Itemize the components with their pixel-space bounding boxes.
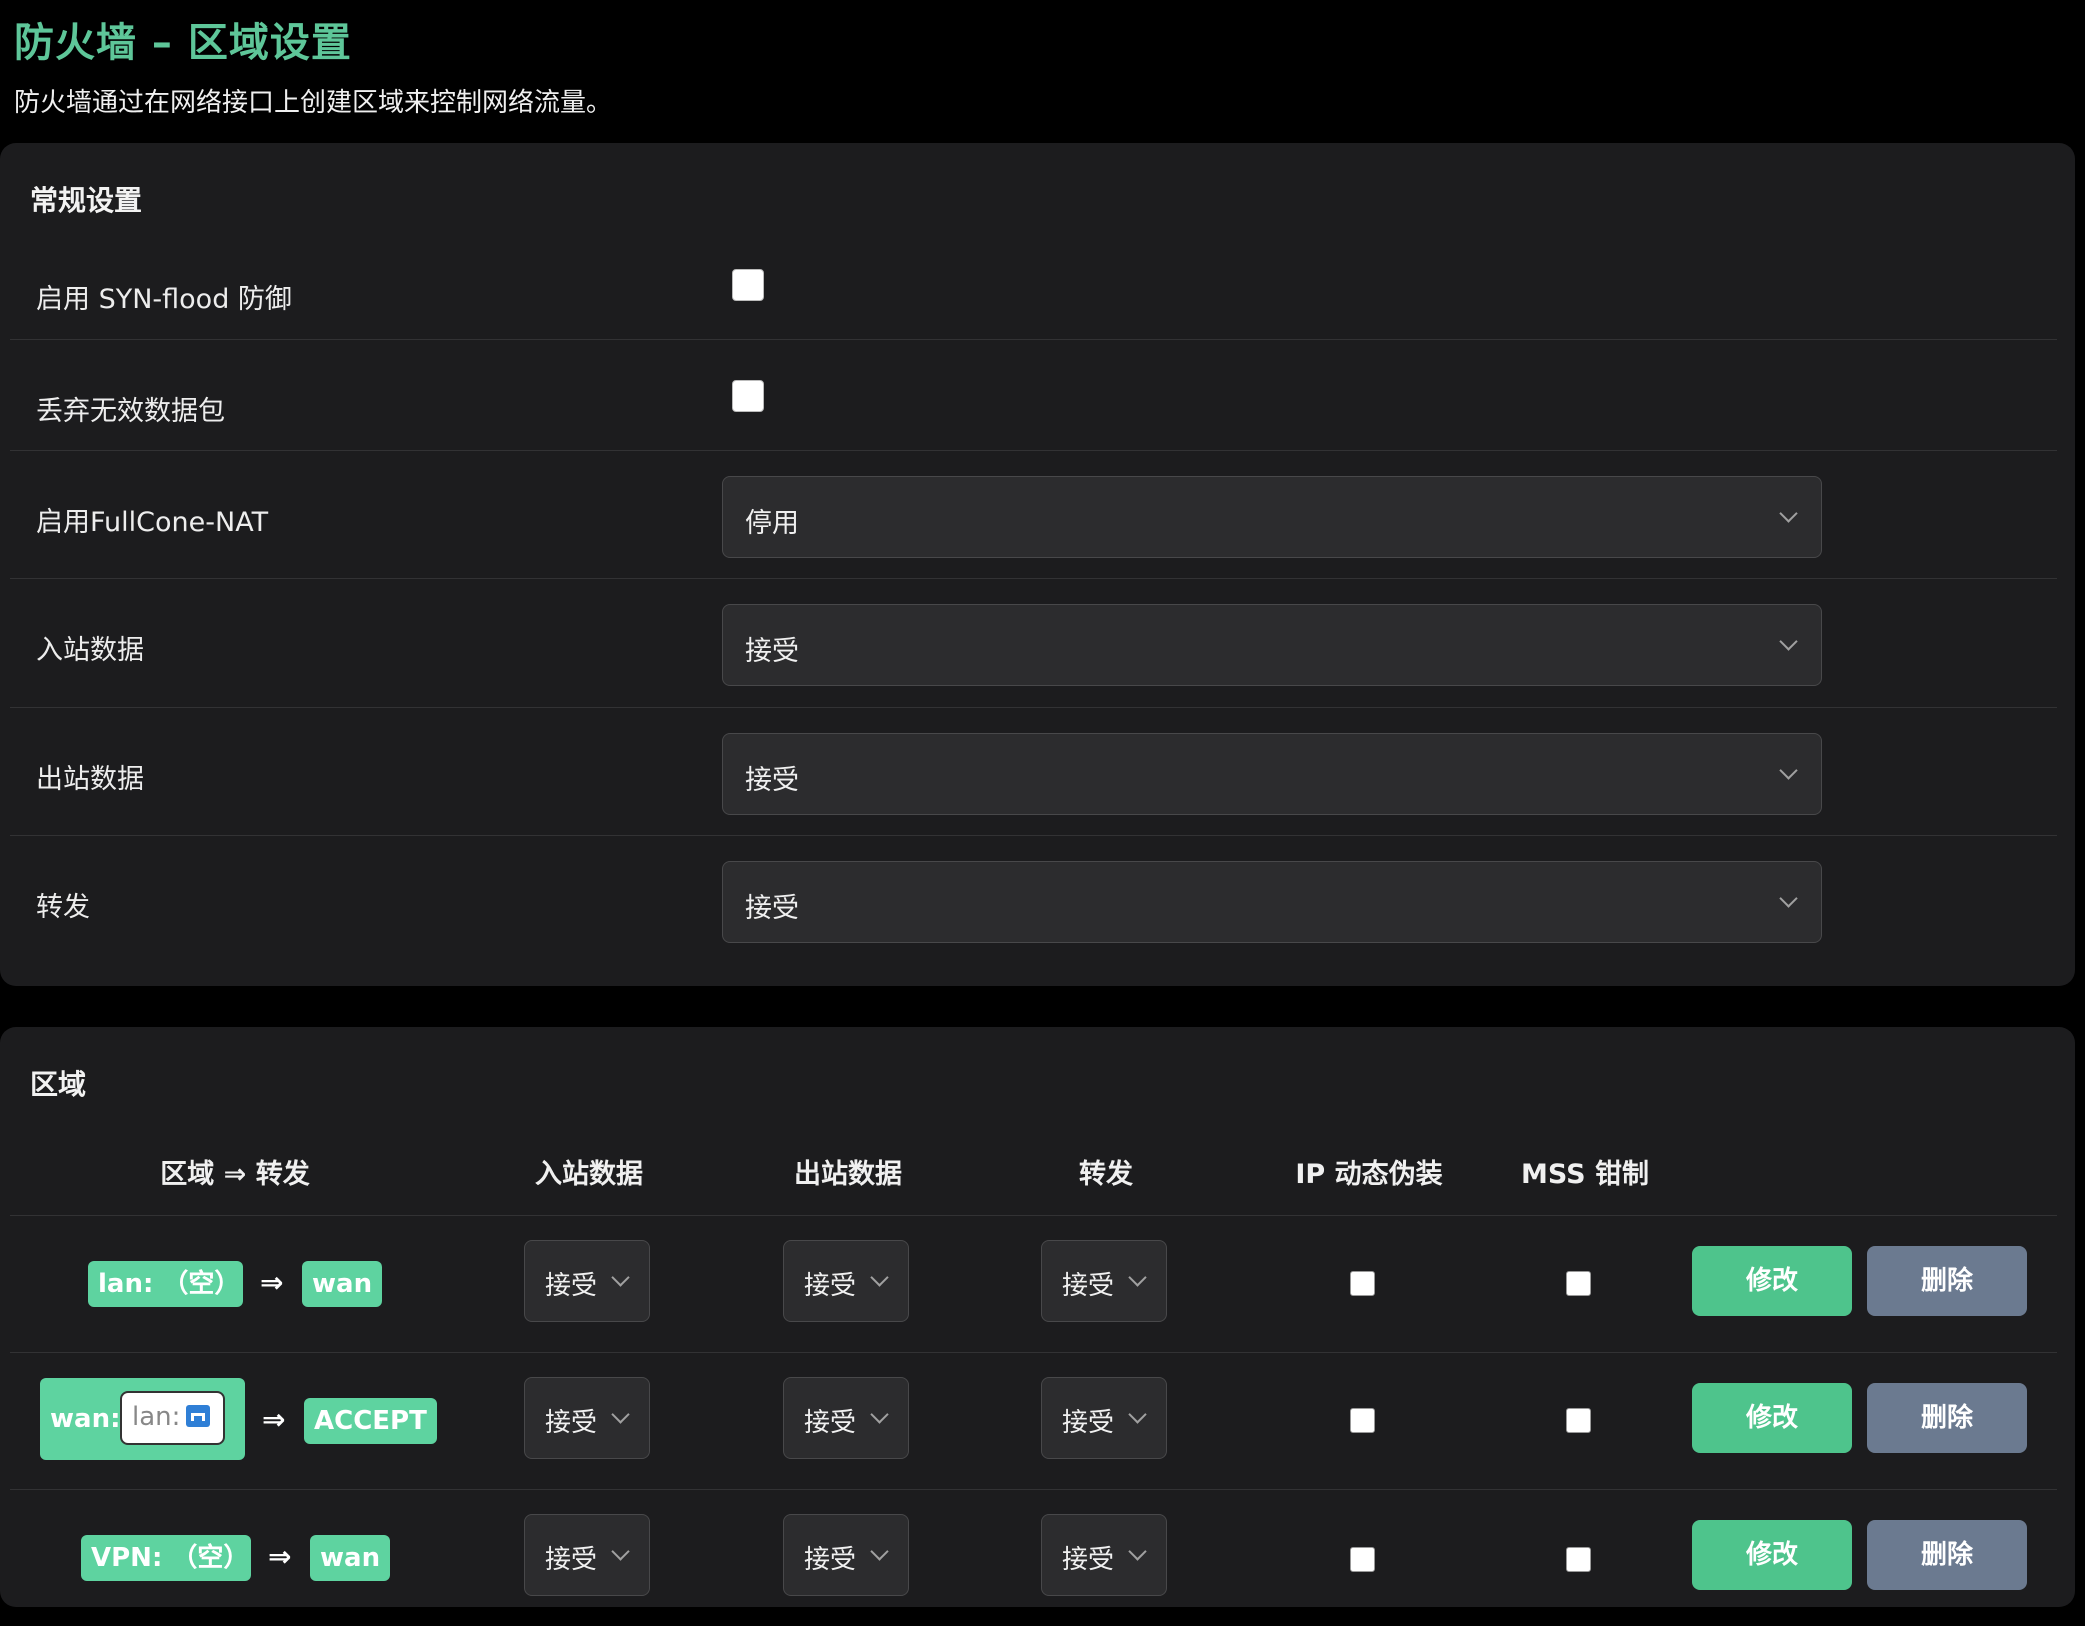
input-select[interactable]: 接受 [722, 604, 1822, 686]
output-select[interactable]: 接受 [722, 733, 1822, 815]
chevron-down-icon [1779, 761, 1798, 780]
section-title-zones: 区域 [30, 1068, 87, 1101]
column-header-input: 入站数据 [535, 1159, 643, 1190]
row-output-value: 接受 [804, 1408, 857, 1438]
column-header-zone-forward: 区域 ⇒ 转发 [160, 1159, 310, 1190]
forward-arrow: ⇒ [260, 1266, 284, 1299]
row-input-select[interactable]: 接受 [524, 1377, 650, 1459]
page-title: 防火墙 – 区域设置 [14, 20, 352, 66]
chevron-down-icon [1779, 889, 1798, 908]
delete-button[interactable]: 删除 [1867, 1246, 2027, 1316]
zone-badge-lan[interactable]: lan: （空） [88, 1261, 243, 1307]
chevron-down-icon [1779, 504, 1798, 523]
setting-row-drop-invalid: 丢弃无效数据包 [10, 339, 2057, 451]
forward-arrow: ⇒ [268, 1540, 292, 1573]
delete-button[interactable]: 删除 [1867, 1383, 2027, 1453]
interface-name: lan: [132, 1402, 181, 1432]
edit-button[interactable]: 修改 [1692, 1246, 1852, 1316]
dest-badge-wan[interactable]: wan [310, 1535, 391, 1581]
row-input-value: 接受 [545, 1271, 598, 1301]
row-input-select[interactable]: 接受 [524, 1514, 650, 1596]
row-input-value: 接受 [545, 1408, 598, 1438]
edit-button[interactable]: 修改 [1692, 1520, 1852, 1590]
setting-row-syn-flood: 启用 SYN-flood 防御 [10, 227, 2057, 340]
masquerade-checkbox[interactable] [1350, 1547, 1375, 1572]
row-output-value: 接受 [804, 1545, 857, 1575]
forward-value: 接受 [745, 893, 799, 924]
page-description: 防火墙通过在网络接口上创建区域来控制网络流量。 [14, 88, 613, 118]
chevron-down-icon [1128, 1405, 1147, 1424]
forward-label: 转发 [36, 892, 90, 923]
row-output-select[interactable]: 接受 [783, 1514, 909, 1596]
column-header-output: 出站数据 [794, 1159, 902, 1190]
table-row: wan: lan: ⇒ ACCEPT 接受 接受 接受 修改 删除 [10, 1352, 2057, 1489]
drop-invalid-label: 丢弃无效数据包 [36, 396, 225, 427]
input-value: 接受 [745, 636, 799, 667]
column-header-mss-clamp: MSS 钳制 [1521, 1159, 1649, 1190]
column-header-masquerade: IP 动态伪装 [1295, 1159, 1443, 1190]
row-output-select[interactable]: 接受 [783, 1240, 909, 1322]
input-label: 入站数据 [36, 635, 144, 666]
table-row: VPN: （空） ⇒ wan 接受 接受 接受 修改 删除 [10, 1489, 2057, 1626]
output-value: 接受 [745, 765, 799, 796]
drop-invalid-checkbox[interactable] [732, 380, 764, 412]
chevron-down-icon [1128, 1542, 1147, 1561]
chevron-down-icon [611, 1268, 630, 1287]
mss-clamp-checkbox[interactable] [1566, 1408, 1591, 1433]
row-forward-select[interactable]: 接受 [1041, 1377, 1167, 1459]
mss-clamp-checkbox[interactable] [1566, 1547, 1591, 1572]
row-forward-select[interactable]: 接受 [1041, 1240, 1167, 1322]
syn-flood-checkbox[interactable] [732, 269, 764, 301]
output-label: 出站数据 [36, 764, 144, 795]
zone-badge-vpn[interactable]: VPN: （空） [81, 1535, 251, 1581]
dest-badge-wan[interactable]: wan [302, 1261, 383, 1307]
section-title-general: 常规设置 [30, 184, 143, 217]
row-forward-value: 接受 [1062, 1408, 1115, 1438]
chevron-down-icon [1128, 1268, 1147, 1287]
row-output-value: 接受 [804, 1271, 857, 1301]
row-input-value: 接受 [545, 1545, 598, 1575]
zone-badge-wan[interactable]: wan: lan: [40, 1378, 245, 1460]
column-header-forward: 转发 [1079, 1159, 1133, 1190]
forward-select[interactable]: 接受 [722, 861, 1822, 943]
syn-flood-label: 启用 SYN-flood 防御 [36, 284, 292, 315]
delete-button[interactable]: 删除 [1867, 1520, 2027, 1590]
interface-chip: lan: [120, 1391, 225, 1445]
row-forward-value: 接受 [1062, 1545, 1115, 1575]
fullcone-value: 停用 [745, 508, 799, 539]
general-settings-panel: 常规设置 启用 SYN-flood 防御 丢弃无效数据包 启用FullCone-… [0, 143, 2075, 986]
table-row: lan: （空） ⇒ wan 接受 接受 接受 修改 删除 [10, 1215, 2057, 1352]
masquerade-checkbox[interactable] [1350, 1408, 1375, 1433]
edit-button[interactable]: 修改 [1692, 1383, 1852, 1453]
row-output-select[interactable]: 接受 [783, 1377, 909, 1459]
row-forward-select[interactable]: 接受 [1041, 1514, 1167, 1596]
forward-arrow: ⇒ [262, 1403, 286, 1436]
chevron-down-icon [870, 1542, 889, 1561]
mss-clamp-checkbox[interactable] [1566, 1271, 1591, 1296]
chevron-down-icon [870, 1268, 889, 1287]
chevron-down-icon [1779, 632, 1798, 651]
zone-name: wan: [50, 1404, 121, 1434]
network-port-icon [186, 1405, 210, 1427]
fullcone-select[interactable]: 停用 [722, 476, 1822, 558]
fullcone-label: 启用FullCone-NAT [36, 507, 269, 538]
row-input-select[interactable]: 接受 [524, 1240, 650, 1322]
chevron-down-icon [611, 1542, 630, 1561]
row-forward-value: 接受 [1062, 1271, 1115, 1301]
chevron-down-icon [870, 1405, 889, 1424]
masquerade-checkbox[interactable] [1350, 1271, 1375, 1296]
dest-badge-accept[interactable]: ACCEPT [304, 1398, 437, 1444]
chevron-down-icon [611, 1405, 630, 1424]
